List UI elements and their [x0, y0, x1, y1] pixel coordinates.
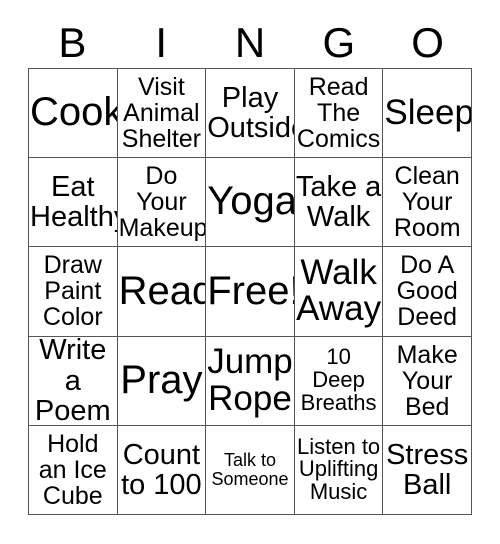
- bingo-cell[interactable]: Visit Animal Shelter: [117, 69, 207, 159]
- bingo-cell-label: Jump Rope: [207, 342, 293, 418]
- header-letter-i: I: [155, 19, 168, 66]
- bingo-cell[interactable]: Take a Walk: [294, 158, 384, 248]
- header-letter-o: O: [411, 19, 444, 66]
- bingo-cell[interactable]: Do Your Makeup: [117, 158, 207, 248]
- bingo-grid: CookVisit Animal ShelterPlay OutsideRead…: [28, 68, 472, 515]
- bingo-cell-label: Stress Ball: [386, 438, 469, 501]
- bingo-cell-label: Count to 100: [121, 438, 202, 501]
- bingo-cell[interactable]: Clean Your Room: [383, 158, 472, 248]
- bingo-cell[interactable]: Jump Rope: [206, 336, 295, 426]
- bingo-cell-label: Sleep: [384, 92, 472, 132]
- bingo-cell-label: Visit Animal Shelter: [121, 73, 201, 154]
- bingo-cell[interactable]: Sleep: [383, 69, 472, 159]
- bingo-cell[interactable]: Walk Away: [294, 247, 384, 337]
- bingo-cell-label: Hold an Ice Cube: [38, 429, 107, 510]
- header-letter-b: B: [58, 19, 87, 66]
- bingo-cell-label: Eat Healthy: [30, 171, 117, 234]
- header-letter-n: N: [234, 19, 266, 66]
- bingo-cell-label: Do Your Makeup: [118, 162, 207, 243]
- bingo-cell-label: Read The Comics: [296, 73, 381, 154]
- bingo-cell[interactable]: Pray: [117, 336, 207, 426]
- bingo-card: B I N G O Cook Visit Animal Shelter Play O…: [0, 0, 500, 544]
- bingo-cell-label: Write a Poem: [34, 336, 111, 426]
- bingo-cell[interactable]: Play Outside: [206, 69, 295, 159]
- bingo-cell[interactable]: Talk to Someone: [206, 425, 295, 515]
- header-letter-g: G: [322, 19, 356, 66]
- bingo-cell-label: Make Your Bed: [396, 340, 458, 421]
- bingo-cell[interactable]: Read The Comics: [294, 69, 384, 159]
- bingo-cell-label: Clean Your Room: [393, 162, 461, 243]
- bingo-cell[interactable]: Yoga: [206, 158, 295, 248]
- bingo-cell[interactable]: Eat Healthy: [29, 158, 118, 248]
- bingo-cell-free-space[interactable]: Free!: [206, 247, 295, 337]
- bingo-cell[interactable]: Write a Poem: [29, 336, 118, 426]
- bingo-cell-label: Talk to Someone: [211, 450, 289, 489]
- bingo-cell-label: Free!: [207, 268, 295, 313]
- bingo-cell[interactable]: Make Your Bed: [383, 336, 472, 426]
- bingo-cell-label: 10 Deep Breaths: [300, 344, 377, 416]
- bingo-cell-label: Pray: [120, 357, 203, 402]
- bingo-cell[interactable]: Count to 100: [117, 425, 207, 515]
- bingo-cell-label: Read: [118, 268, 207, 313]
- bingo-cell[interactable]: Read: [117, 247, 207, 337]
- bingo-cell[interactable]: Listen to Uplifting Music: [294, 425, 384, 515]
- bingo-cell-label: Cook: [30, 90, 118, 135]
- bingo-cell-label: Listen to Uplifting Music: [297, 433, 381, 505]
- bingo-cell-label: Yoga: [207, 179, 295, 224]
- bingo-cell[interactable]: 10 Deep Breaths: [294, 336, 384, 426]
- bingo-cell-label: Play Outside: [207, 81, 294, 145]
- bingo-cell[interactable]: Stress Ball: [383, 425, 472, 515]
- bingo-cell[interactable]: Cook: [29, 69, 118, 159]
- bingo-cell-label: Do A Good Deed: [396, 251, 458, 332]
- bingo-cell-label: Take a Walk: [295, 171, 382, 234]
- bingo-header-row: B I N G O: [28, 18, 472, 68]
- bingo-cell[interactable]: Do A Good Deed: [383, 247, 472, 337]
- bingo-cell-label: Draw Paint Color: [42, 251, 103, 332]
- bingo-cell[interactable]: Hold an Ice Cube: [29, 425, 118, 515]
- bingo-cell-label: Walk Away: [296, 253, 382, 329]
- bingo-cell[interactable]: Draw Paint Color: [29, 247, 118, 337]
